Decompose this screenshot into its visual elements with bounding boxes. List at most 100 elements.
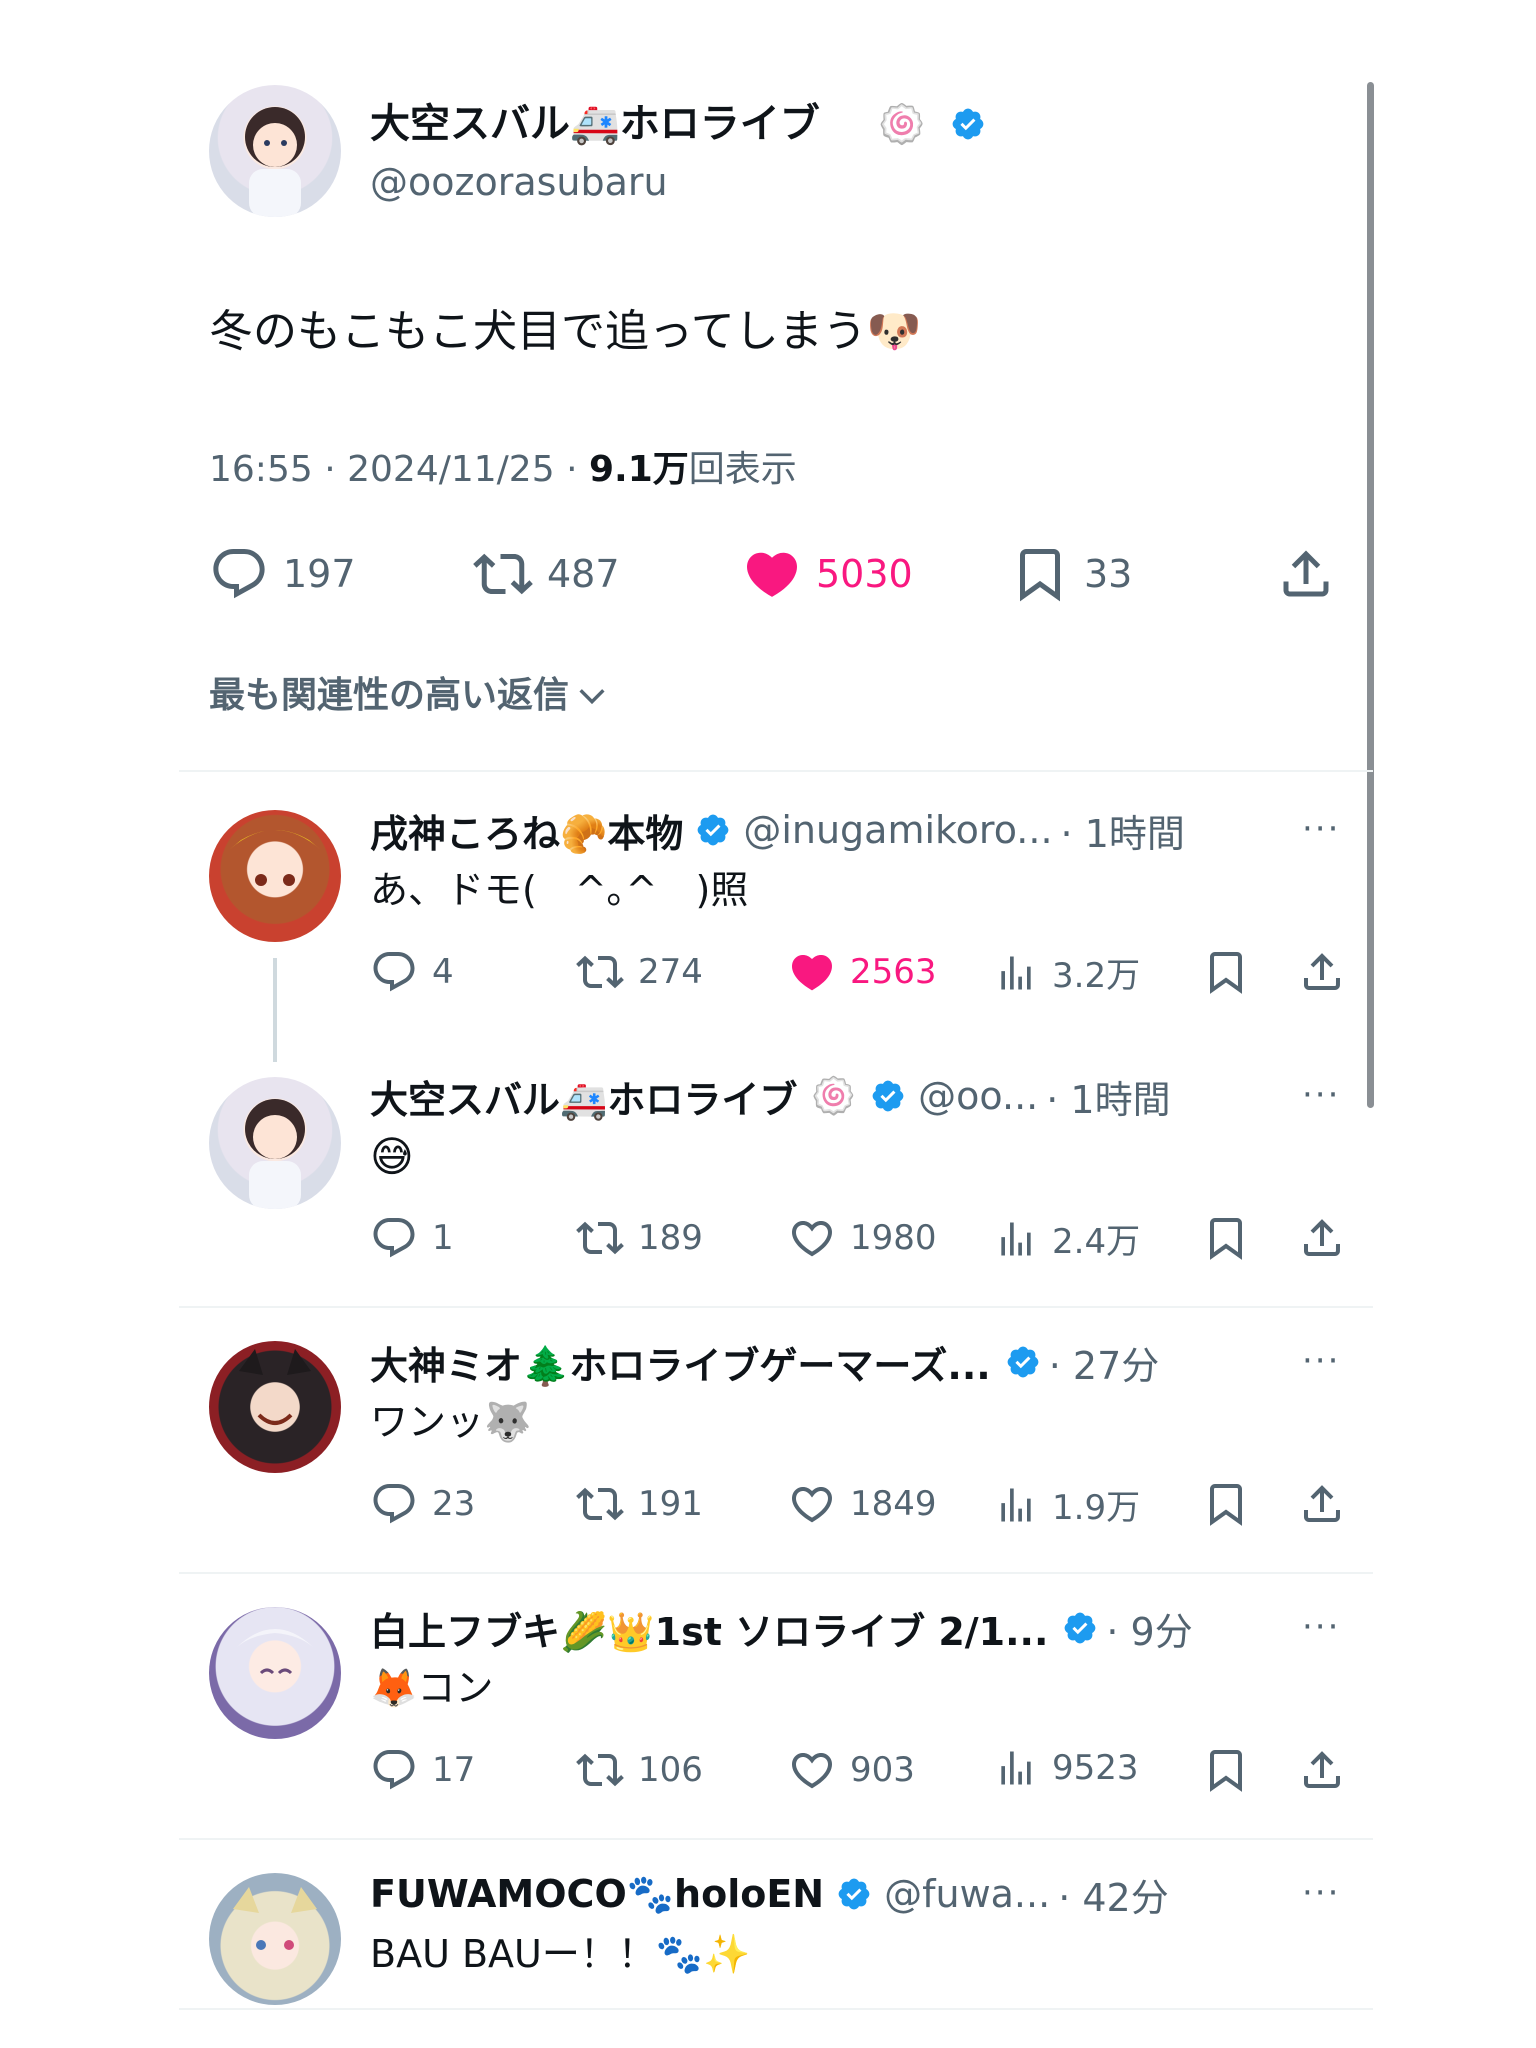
share-icon[interactable]	[1298, 948, 1346, 996]
reply-button[interactable]: 4	[370, 948, 454, 996]
reply-time[interactable]: · 1時間	[1061, 803, 1185, 858]
repost-icon	[576, 1214, 624, 1262]
repost-count: 189	[638, 1218, 703, 1258]
post-date[interactable]: 2024/11/25	[347, 449, 555, 490]
reply-header: 戌神ころね🥐本物 @inugamikoro... · 1時間	[370, 806, 1185, 856]
reply-display-name[interactable]: FUWAMOCO🐾holoEN	[370, 1872, 824, 1917]
reply-display-name[interactable]: 戌神ころね🥐本物	[370, 803, 683, 858]
heart-icon	[788, 1746, 836, 1794]
avatar-illustration	[233, 1887, 317, 1950]
main-post-avatar[interactable]	[209, 85, 341, 217]
avatar-illustration	[237, 1629, 313, 1675]
reply-display-name[interactable]: 大神ミオ🌲ホロライブゲーマーズ...	[370, 1335, 991, 1390]
reply-handle[interactable]: @fuwa...	[884, 1872, 1050, 1916]
reply-icon	[370, 1214, 418, 1262]
like-button[interactable]: 1849	[788, 1480, 937, 1528]
avatar-illustration	[229, 830, 321, 886]
repost-icon	[473, 544, 533, 604]
reply-count: 197	[283, 552, 356, 596]
reply-avatar[interactable]	[209, 1341, 341, 1473]
views-button[interactable]: 1.9万	[994, 1480, 1140, 1529]
share-icon[interactable]	[1276, 544, 1336, 604]
views-button[interactable]: 3.2万	[994, 948, 1140, 997]
more-options-icon[interactable]: ···	[1302, 812, 1340, 846]
view-count: 1.9万	[1052, 1488, 1141, 1528]
share-icon[interactable]	[1298, 1480, 1346, 1528]
view-count: 2.4万	[1052, 1222, 1141, 1262]
view-count: 3.2万	[1052, 956, 1141, 996]
repost-button[interactable]: 189	[576, 1214, 703, 1262]
reply-display-name[interactable]: 大空スバル🚑ホロライブ	[370, 1069, 797, 1124]
reply-button[interactable]: 17	[370, 1746, 475, 1794]
views-icon	[994, 1217, 1038, 1261]
heart-filled-icon	[742, 544, 802, 604]
repost-icon	[576, 1746, 624, 1794]
views-button[interactable]: 9523	[994, 1746, 1139, 1790]
scrollbar[interactable]	[1367, 82, 1374, 1108]
avatar-illustration	[239, 1349, 311, 1425]
emoji-badge: 🍥	[878, 102, 926, 146]
divider	[179, 1838, 1373, 1840]
like-button[interactable]: 2563	[788, 948, 937, 996]
divider	[179, 770, 1373, 772]
divider	[179, 2008, 1373, 2010]
bookmark-icon	[1010, 544, 1070, 604]
repost-button[interactable]: 191	[576, 1480, 703, 1528]
reply-avatar[interactable]	[209, 1607, 341, 1739]
bookmark-icon[interactable]	[1202, 1746, 1250, 1794]
reply-avatar[interactable]	[209, 810, 341, 942]
reply-sort-dropdown[interactable]: 最も関連性の高い返信	[209, 672, 609, 720]
bookmark-button[interactable]: 33	[1010, 544, 1132, 604]
reply-avatar[interactable]	[209, 1077, 341, 1209]
repost-button[interactable]: 487	[473, 544, 620, 604]
divider	[179, 1306, 1373, 1308]
repost-button[interactable]: 106	[576, 1746, 703, 1794]
repost-button[interactable]: 274	[576, 948, 703, 996]
separator: ·	[324, 449, 336, 490]
like-count: 2563	[850, 952, 937, 992]
divider	[179, 1572, 1373, 1574]
bookmark-icon[interactable]	[1202, 1480, 1250, 1528]
main-post-display-name[interactable]: 大空スバル🚑ホロライブ	[370, 100, 820, 148]
view-count: 9523	[1052, 1748, 1139, 1788]
verified-badge-icon	[836, 1876, 872, 1912]
like-count: 1849	[850, 1484, 937, 1524]
bookmark-icon[interactable]	[1202, 1214, 1250, 1262]
like-count: 1980	[850, 1218, 937, 1258]
views-button[interactable]: 2.4万	[994, 1214, 1140, 1263]
share-icon[interactable]	[1298, 1746, 1346, 1794]
reply-text: BAU BAUー！！🐾✨	[370, 1932, 751, 1976]
reply-button[interactable]: 23	[370, 1480, 475, 1528]
like-button[interactable]: 903	[788, 1746, 915, 1794]
bookmark-icon[interactable]	[1202, 948, 1250, 996]
verified-badge-icon	[695, 812, 731, 848]
reply-icon	[370, 1480, 418, 1528]
post-time[interactable]: 16:55	[209, 449, 313, 490]
emoji-badge: 🍥	[811, 1076, 857, 1117]
reply-text: 🦊コン	[370, 1666, 494, 1710]
reply-display-name[interactable]: 白上フブキ🌽👑1st ソロライブ 2/1...	[370, 1601, 1048, 1656]
reply-time[interactable]: · 42分	[1058, 1867, 1169, 1922]
avatar-illustration	[245, 1099, 305, 1209]
separator: ·	[566, 449, 578, 490]
reply-button[interactable]: 197	[209, 544, 356, 604]
reply-icon	[370, 1746, 418, 1794]
main-post-handle[interactable]: @oozorasubaru	[370, 158, 668, 206]
reply-handle[interactable]: @inugamikoro...	[743, 808, 1052, 852]
reply-time[interactable]: · 9分	[1106, 1601, 1192, 1656]
reply-time[interactable]: · 27分	[1049, 1335, 1160, 1390]
more-options-icon[interactable]: ···	[1302, 1610, 1340, 1644]
reply-handle[interactable]: @oo...	[918, 1074, 1038, 1118]
like-button[interactable]: 5030	[742, 544, 913, 604]
main-post-text: 冬のもこもこ犬目で追ってしまう🐶	[209, 306, 922, 357]
repost-count: 106	[638, 1750, 703, 1790]
more-options-icon[interactable]: ···	[1302, 1344, 1340, 1378]
more-options-icon[interactable]: ···	[1302, 1078, 1340, 1112]
bookmark-count: 33	[1084, 552, 1133, 596]
like-button[interactable]: 1980	[788, 1214, 937, 1262]
reply-button[interactable]: 1	[370, 1214, 454, 1262]
reply-time[interactable]: · 1時間	[1046, 1069, 1170, 1124]
reply-avatar[interactable]	[209, 1873, 341, 2005]
more-options-icon[interactable]: ···	[1302, 1876, 1340, 1910]
share-icon[interactable]	[1298, 1214, 1346, 1262]
